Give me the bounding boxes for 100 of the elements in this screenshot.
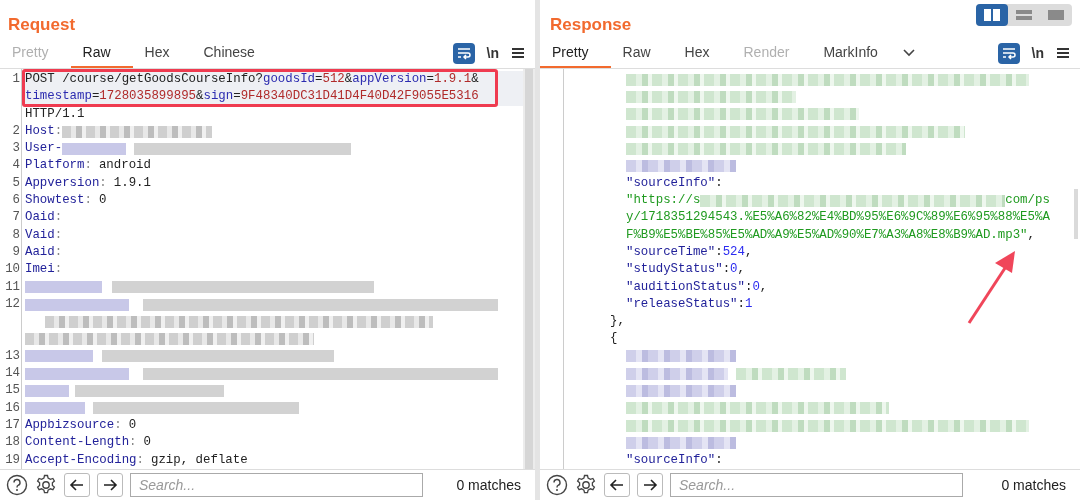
columns-view-button[interactable] bbox=[976, 4, 1008, 26]
line-number: 10 bbox=[4, 261, 21, 279]
line-number: 17 bbox=[4, 416, 21, 434]
json-key: "sourceInfo" bbox=[626, 451, 716, 469]
panel-title: Request bbox=[8, 15, 76, 36]
header-name: Imei bbox=[25, 261, 55, 279]
colon: : bbox=[84, 157, 92, 175]
back-button[interactable] bbox=[604, 473, 630, 497]
request-line-text: HTTP/1.1 bbox=[25, 105, 85, 123]
json-brace: }, bbox=[610, 313, 625, 331]
forward-button[interactable] bbox=[637, 473, 663, 497]
json-key: "studyStatus" bbox=[626, 261, 723, 279]
menu-icon[interactable] bbox=[1056, 47, 1070, 59]
settings-icon[interactable] bbox=[35, 474, 57, 496]
comma: , bbox=[759, 278, 768, 296]
header-value: 0 bbox=[128, 416, 137, 434]
comma: , bbox=[737, 261, 745, 279]
header-name: Vaid bbox=[25, 226, 55, 244]
colon: : bbox=[84, 192, 92, 210]
line-number: 8 bbox=[11, 226, 21, 244]
colon: : bbox=[54, 243, 63, 261]
header-name: Appversion bbox=[25, 174, 100, 192]
line-number: 12 bbox=[4, 295, 21, 313]
json-string: y/1718351294543.%E5%A6%82%E4%BD%95%E6%9C%89%E6%95%88%E5%A bbox=[626, 209, 1050, 227]
header-name: Appbizsource bbox=[25, 416, 115, 434]
colon: : bbox=[715, 451, 723, 469]
header-name: User- bbox=[25, 140, 63, 158]
scrollbar-thumb[interactable] bbox=[1073, 189, 1078, 239]
back-button[interactable] bbox=[64, 473, 90, 497]
help-icon[interactable] bbox=[6, 474, 28, 496]
line-number: 2 bbox=[11, 122, 21, 140]
settings-icon[interactable] bbox=[575, 474, 597, 496]
arrow-left-icon bbox=[609, 478, 625, 492]
comma: , bbox=[1027, 226, 1035, 244]
colon: : bbox=[54, 122, 63, 140]
colon: : bbox=[99, 174, 107, 192]
colon: : bbox=[136, 451, 144, 469]
header-name: Content-Length bbox=[25, 434, 130, 452]
tab[interactable]: Raw bbox=[610, 38, 673, 68]
rows-icon bbox=[1015, 8, 1033, 22]
tab[interactable]: MarkInfo bbox=[811, 38, 900, 68]
tab[interactable]: Raw bbox=[70, 38, 133, 68]
line-number: 6 bbox=[11, 192, 21, 210]
json-value: 524 bbox=[722, 243, 745, 261]
colon: : bbox=[54, 261, 63, 279]
json-value: 0 bbox=[730, 261, 738, 279]
json-value: 0 bbox=[752, 278, 760, 296]
json-key: "sourceInfo" bbox=[626, 174, 716, 193]
line-number: 1 bbox=[11, 71, 21, 88]
header-value: android bbox=[98, 157, 151, 175]
scrollbar-thumb[interactable] bbox=[525, 69, 533, 469]
tab[interactable]: Chinese bbox=[191, 38, 277, 68]
colon: : bbox=[722, 261, 731, 279]
header-name: Aaid bbox=[25, 243, 55, 261]
help-icon[interactable] bbox=[546, 474, 568, 496]
comma: , bbox=[745, 243, 753, 261]
header-value: 0 bbox=[143, 434, 151, 452]
tab[interactable]: Hex bbox=[132, 38, 192, 68]
match-count: 0 matches bbox=[456, 477, 522, 493]
colon: : bbox=[54, 209, 63, 227]
request-line-text: timestamp=1728035899895&sign=9F48340DC31D41D4F40D42F9055E5316 bbox=[25, 88, 479, 106]
menu-icon[interactable] bbox=[511, 47, 525, 59]
search-field[interactable]: Search... bbox=[670, 473, 963, 497]
line-number: 7 bbox=[11, 209, 21, 227]
forward-button[interactable] bbox=[97, 473, 123, 497]
match-count: 0 matches bbox=[1001, 477, 1067, 493]
header-name: Platform bbox=[25, 157, 85, 175]
json-key: "sourceTime" bbox=[626, 243, 716, 262]
wrap-icon bbox=[1000, 46, 1017, 60]
panel-title: Response bbox=[550, 15, 632, 36]
line-number: 3 bbox=[11, 140, 21, 158]
json-key: "releaseStatus" bbox=[626, 295, 738, 314]
chevron-down-icon[interactable] bbox=[901, 48, 916, 58]
arrow-right-icon bbox=[102, 478, 118, 492]
header-name: Showtest bbox=[25, 192, 85, 210]
square-icon bbox=[1047, 8, 1065, 22]
header-name: Host bbox=[25, 122, 55, 140]
header-value: gzip, deflate bbox=[151, 451, 248, 469]
word-wrap-button[interactable] bbox=[452, 42, 475, 64]
json-brace: { bbox=[610, 330, 618, 348]
newline-toggle[interactable]: \n bbox=[486, 45, 499, 61]
header-value: 0 bbox=[98, 192, 107, 210]
line-number: 11 bbox=[4, 278, 21, 296]
colon: : bbox=[737, 295, 745, 313]
tab[interactable]: Pretty bbox=[540, 38, 611, 68]
json-string: F%B9%E5%BE%85%E5%AD%A9%E5%AD%90%E7%A3%A8%E8%B9%AD.mp3" bbox=[626, 226, 1028, 244]
colon: : bbox=[114, 416, 122, 434]
word-wrap-button[interactable] bbox=[997, 42, 1020, 64]
line-number: 16 bbox=[4, 399, 21, 417]
colon: : bbox=[715, 243, 723, 261]
search-field[interactable]: Search... bbox=[130, 473, 423, 497]
tab[interactable]: Hex bbox=[672, 38, 732, 68]
colon: : bbox=[745, 278, 753, 296]
colon: : bbox=[54, 226, 63, 244]
line-number: 18 bbox=[4, 434, 21, 452]
line-number: 15 bbox=[4, 382, 21, 400]
json-string: "https://s bbox=[626, 192, 701, 210]
json-value: 1 bbox=[745, 295, 753, 313]
line-number: 9 bbox=[11, 243, 21, 261]
newline-toggle[interactable]: \n bbox=[1031, 45, 1044, 61]
